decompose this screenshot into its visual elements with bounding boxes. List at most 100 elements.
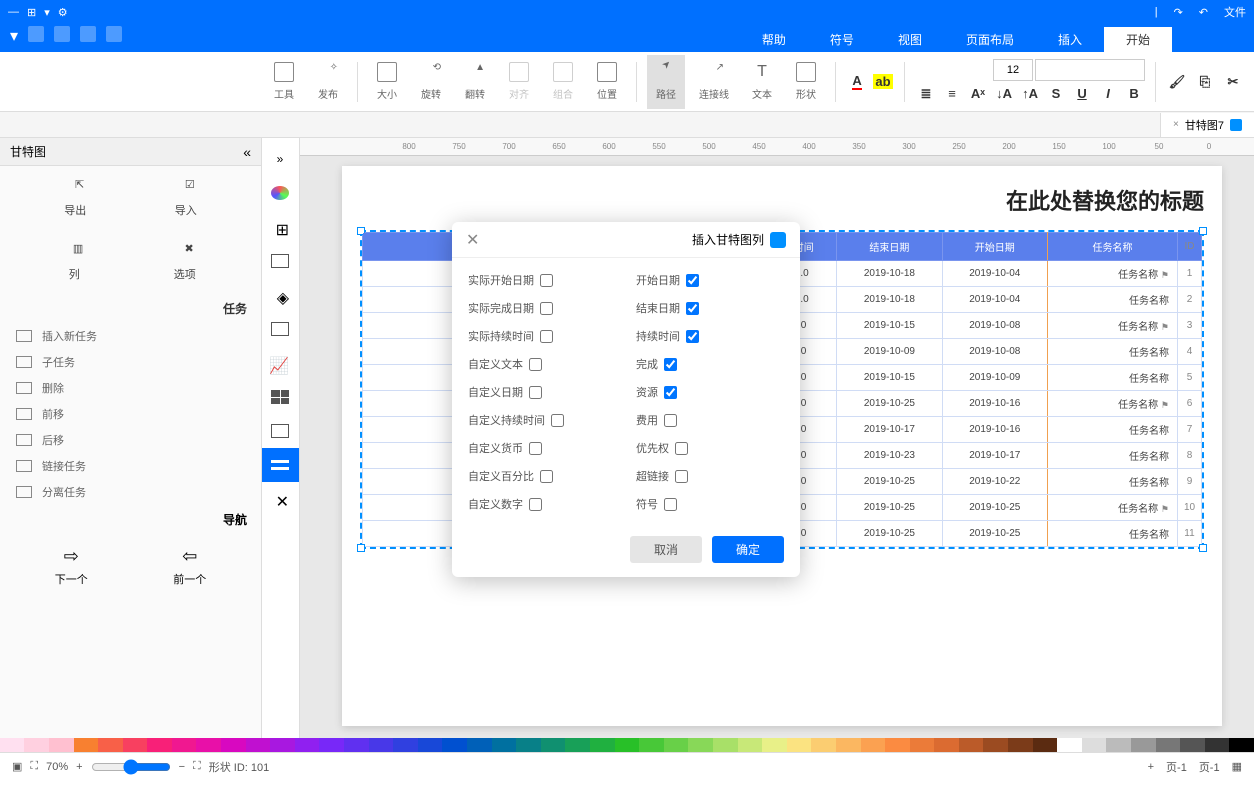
- color-swatch[interactable]: [1131, 738, 1156, 752]
- color-swatch[interactable]: [98, 738, 123, 752]
- export-button[interactable]: ⇱导出: [64, 178, 86, 218]
- clear-format-icon[interactable]: Aˣ: [967, 83, 989, 105]
- vt-chart-icon[interactable]: 📈: [261, 346, 299, 380]
- qat-dropdown-icon[interactable]: ▾: [10, 26, 18, 46]
- vt-fill-icon[interactable]: [261, 176, 299, 210]
- color-swatch[interactable]: [24, 738, 49, 752]
- color-swatch[interactable]: [811, 738, 836, 752]
- text-button[interactable]: T文本: [743, 55, 781, 109]
- vt-page-icon[interactable]: [261, 312, 299, 346]
- bullet-icon[interactable]: ≡: [941, 83, 963, 105]
- column-checkbox[interactable]: 开始日期: [636, 272, 784, 288]
- doc-tab-close-icon[interactable]: ×: [1173, 119, 1179, 130]
- font-size-select[interactable]: [993, 59, 1033, 81]
- color-swatch[interactable]: [959, 738, 984, 752]
- view-mode-icon[interactable]: ▦: [1232, 760, 1242, 773]
- color-swatch[interactable]: [1082, 738, 1107, 752]
- shape-fill-button[interactable]: 形状: [787, 55, 825, 109]
- qat-window1-icon[interactable]: [106, 26, 122, 42]
- color-swatch[interactable]: [762, 738, 787, 752]
- column-checkbox[interactable]: 实际完成日期: [468, 300, 616, 316]
- color-swatch[interactable]: [836, 738, 861, 752]
- file-menu[interactable]: 文件: [1224, 4, 1246, 20]
- rotate-button[interactable]: ⟲旋转: [412, 55, 450, 109]
- tab-layout[interactable]: 页面布局: [944, 27, 1036, 52]
- color-swatch[interactable]: [1229, 738, 1254, 752]
- color-swatch[interactable]: [934, 738, 959, 752]
- present-icon[interactable]: ▣: [12, 760, 22, 773]
- apps-icon[interactable]: ⊞: [27, 6, 36, 19]
- color-swatch[interactable]: [295, 738, 320, 752]
- color-swatch[interactable]: [688, 738, 713, 752]
- italic-icon[interactable]: I: [1097, 83, 1119, 105]
- column-checkbox[interactable]: 实际开始日期: [468, 272, 616, 288]
- paint-icon[interactable]: 🖌: [1166, 71, 1188, 93]
- vt-org-icon[interactable]: [261, 414, 299, 448]
- color-swatch[interactable]: [639, 738, 664, 752]
- cut-icon[interactable]: ✂: [1222, 71, 1244, 93]
- column-checkbox[interactable]: 自定义数字: [468, 496, 616, 512]
- color-swatch[interactable]: [442, 738, 467, 752]
- options-button[interactable]: ✖选项: [174, 242, 196, 282]
- arrange-button[interactable]: 对齐: [500, 55, 538, 109]
- color-swatch[interactable]: [983, 738, 1008, 752]
- flip-button[interactable]: ▲翻转: [456, 55, 494, 109]
- connector-button[interactable]: ↗连接线: [691, 55, 737, 109]
- import-button[interactable]: ☑导入: [175, 178, 197, 218]
- redo-icon[interactable]: ↷: [1174, 6, 1183, 19]
- color-swatch[interactable]: [1156, 738, 1181, 752]
- zoom-out-icon[interactable]: −: [179, 761, 185, 773]
- column-checkbox[interactable]: 自定义持续时间: [468, 412, 616, 428]
- tab-symbol[interactable]: 符号: [808, 27, 876, 52]
- column-checkbox[interactable]: 资源: [636, 384, 784, 400]
- color-swatch[interactable]: [664, 738, 689, 752]
- undo-icon[interactable]: ↶: [1199, 6, 1208, 19]
- color-swatch[interactable]: [49, 738, 74, 752]
- path-button[interactable]: ➤路径: [647, 55, 685, 109]
- font-size-up-icon[interactable]: A↑: [1019, 83, 1041, 105]
- tools-button[interactable]: 工具: [265, 55, 303, 109]
- highlight-icon[interactable]: ab: [872, 71, 894, 93]
- color-swatch[interactable]: [74, 738, 99, 752]
- strike-icon[interactable]: S: [1045, 83, 1067, 105]
- color-swatch[interactable]: [270, 738, 295, 752]
- color-swatch[interactable]: [172, 738, 197, 752]
- columns-button[interactable]: ▥列: [65, 242, 83, 282]
- color-swatch[interactable]: [246, 738, 271, 752]
- color-swatch[interactable]: [123, 738, 148, 752]
- minimize-icon[interactable]: —: [8, 6, 19, 18]
- font-size-down-icon[interactable]: A↓: [993, 83, 1015, 105]
- task-item[interactable]: 子任务: [0, 349, 261, 375]
- position-button[interactable]: 位置: [588, 55, 626, 109]
- color-swatch[interactable]: [615, 738, 640, 752]
- color-swatch[interactable]: [541, 738, 566, 752]
- color-swatch[interactable]: [1008, 738, 1033, 752]
- canvas[interactable]: 0501001502002503003504004505005506006507…: [300, 138, 1254, 738]
- publish-button[interactable]: ✧发布: [309, 55, 347, 109]
- size-button[interactable]: 大小: [368, 55, 406, 109]
- selection-handle[interactable]: [1199, 544, 1207, 552]
- vt-random-icon[interactable]: ✕: [261, 482, 299, 516]
- column-checkbox[interactable]: 实际持续时间: [468, 328, 616, 344]
- column-checkbox[interactable]: 自定义文本: [468, 356, 616, 372]
- color-swatch[interactable]: [713, 738, 738, 752]
- vt-table-icon[interactable]: [261, 380, 299, 414]
- color-swatch[interactable]: [1057, 738, 1082, 752]
- qat-window2-icon[interactable]: [80, 26, 96, 42]
- font-color-icon[interactable]: A: [846, 71, 868, 93]
- zoom-value[interactable]: 70%: [46, 761, 68, 773]
- color-swatch[interactable]: [1205, 738, 1230, 752]
- column-checkbox[interactable]: 自定义货币: [468, 440, 616, 456]
- color-swatch[interactable]: [467, 738, 492, 752]
- color-swatch[interactable]: [1180, 738, 1205, 752]
- color-swatch[interactable]: [516, 738, 541, 752]
- group-button[interactable]: 组合: [544, 55, 582, 109]
- add-page-icon[interactable]: +: [1148, 761, 1154, 773]
- color-swatch[interactable]: [393, 738, 418, 752]
- color-swatch[interactable]: [1033, 738, 1058, 752]
- column-checkbox[interactable]: 结束日期: [636, 300, 784, 316]
- column-checkbox[interactable]: 超链接: [636, 468, 784, 484]
- ok-button[interactable]: 确定: [712, 536, 784, 563]
- column-checkbox[interactable]: 优先权: [636, 440, 784, 456]
- qat-window3-icon[interactable]: [54, 26, 70, 42]
